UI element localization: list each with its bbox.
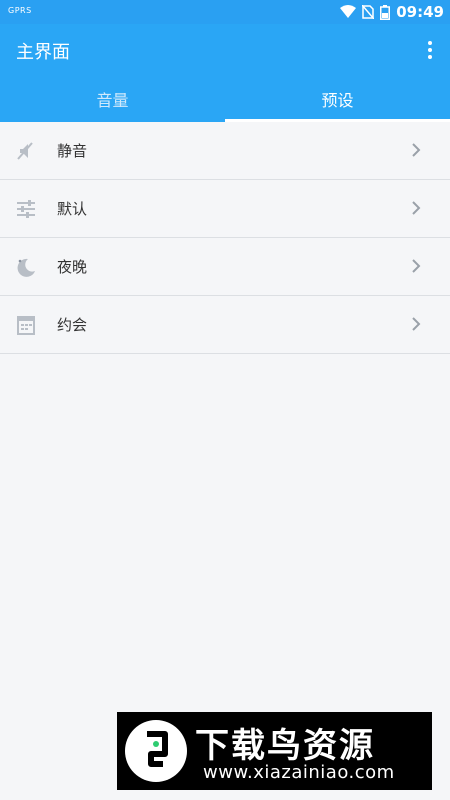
mute-icon: [17, 142, 33, 160]
sliders-icon: [17, 200, 35, 218]
list-item-label: 约会: [57, 316, 88, 334]
list-item-appointment[interactable]: 约会: [0, 296, 450, 354]
moon-icon: [17, 258, 35, 277]
list-item-mute[interactable]: 静音: [0, 122, 450, 180]
carrier-label: GPRS: [8, 6, 32, 15]
app-bar: 主界面: [0, 24, 450, 76]
tab-volume[interactable]: 音量: [0, 76, 225, 122]
calendar-icon: [17, 316, 35, 335]
list-item-default[interactable]: 默认: [0, 180, 450, 238]
no-sim-icon: [362, 5, 375, 19]
status-bar: GPRS 09:49: [0, 0, 450, 24]
chevron-right-icon: [412, 317, 421, 331]
preset-list: 静音 默认 夜晚 约会: [0, 122, 450, 354]
clock: 09:49: [396, 3, 444, 21]
tab-presets[interactable]: 预设: [225, 76, 450, 122]
list-item-label: 夜晚: [57, 258, 88, 276]
wifi-icon: [340, 5, 357, 18]
overflow-menu-icon[interactable]: [420, 38, 440, 62]
page-title: 主界面: [16, 42, 70, 63]
list-item-label: 静音: [57, 142, 88, 160]
status-icons: 09:49: [340, 2, 444, 22]
watermark-url: www.xiazainiao.com: [203, 762, 395, 783]
battery-icon: [380, 4, 391, 20]
chevron-right-icon: [412, 201, 421, 215]
list-item-label: 默认: [57, 200, 88, 218]
chevron-right-icon: [412, 143, 421, 157]
tab-bar: 音量 预设: [0, 76, 450, 122]
watermark-title: 下载鸟资源: [195, 726, 375, 766]
chevron-right-icon: [412, 259, 421, 273]
watermark-banner: 下载鸟资源 www.xiazainiao.com: [117, 712, 432, 790]
list-item-night[interactable]: 夜晚: [0, 238, 450, 296]
watermark-logo: [125, 720, 187, 782]
bird-logo-icon: [147, 731, 168, 767]
